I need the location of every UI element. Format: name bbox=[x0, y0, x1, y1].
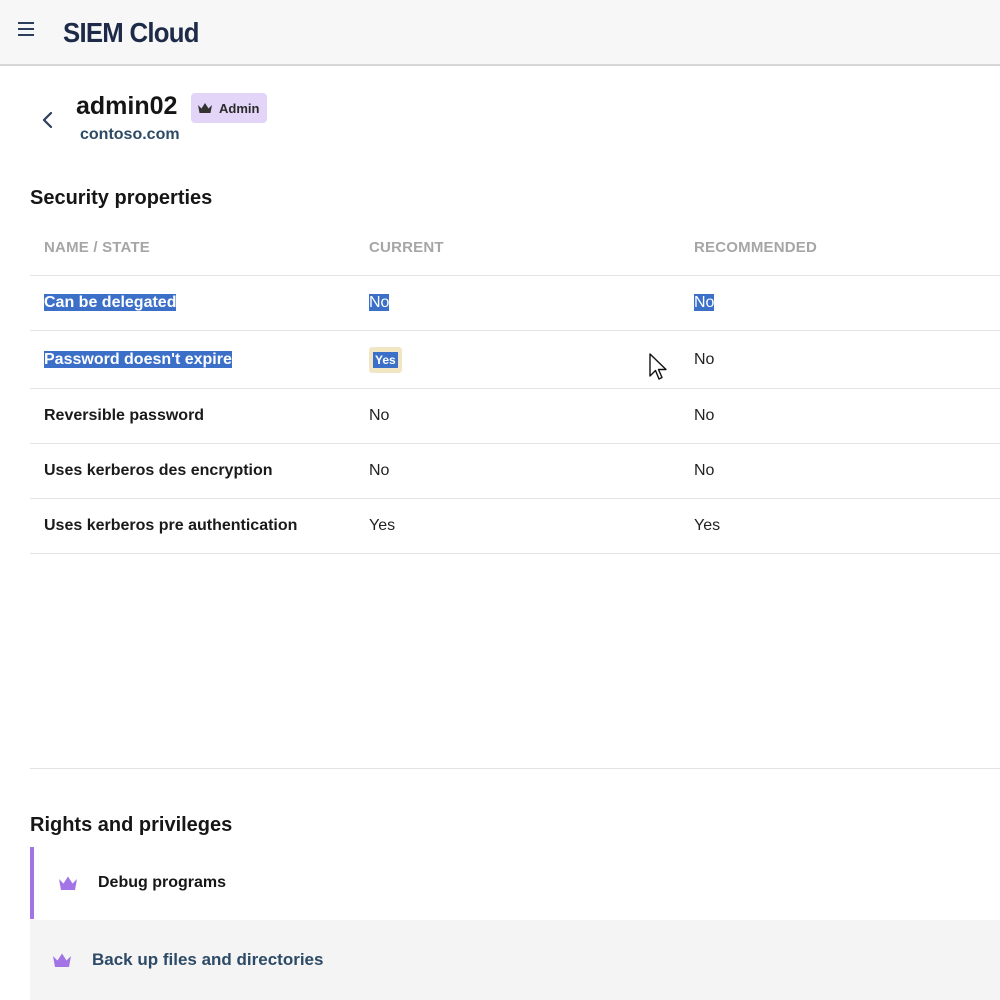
crown-icon bbox=[53, 953, 71, 967]
status-pill: Yes bbox=[369, 346, 402, 373]
row-name: Password doesn't expire bbox=[44, 350, 232, 368]
section-title-rights: Rights and privileges bbox=[30, 814, 233, 836]
privilege-label: Back up files and directories bbox=[92, 950, 324, 969]
row-name: Uses kerberos pre authentication bbox=[44, 517, 298, 534]
mouse-pointer-icon bbox=[649, 353, 667, 380]
user-name: admin02 bbox=[76, 92, 178, 120]
table-row: Uses kerberos pre authentication Yes Yes bbox=[30, 499, 1000, 554]
user-domain: contoso.com bbox=[80, 126, 180, 143]
row-name: Reversible password bbox=[44, 407, 205, 424]
table-row: Reversible password No No bbox=[30, 389, 1000, 444]
table-row: Can be delegated No No bbox=[30, 276, 1000, 331]
row-current: No bbox=[369, 294, 390, 311]
table-header: NAME / STATE CURRENT RECOMMENDED bbox=[30, 220, 1000, 276]
privilege-item[interactable]: Debug programs bbox=[30, 847, 1000, 919]
row-recommended: No bbox=[694, 462, 715, 479]
column-header-recommended: RECOMMENDED bbox=[694, 239, 818, 256]
row-current: Yes bbox=[369, 517, 396, 534]
row-name: Uses kerberos des encryption bbox=[44, 462, 273, 479]
row-current: No bbox=[369, 407, 390, 424]
role-badge: Admin bbox=[191, 93, 268, 123]
security-properties-table: NAME / STATE CURRENT RECOMMENDED Can be … bbox=[30, 220, 1000, 554]
crown-icon bbox=[59, 876, 77, 890]
table-row: Password doesn't expire Yes No bbox=[30, 331, 1000, 389]
row-current: Yes bbox=[373, 351, 398, 368]
table-row: Uses kerberos des encryption No No bbox=[30, 444, 1000, 499]
privilege-label: Debug programs bbox=[98, 874, 227, 891]
app-title: SIEM Cloud bbox=[63, 17, 199, 48]
back-arrow-icon[interactable] bbox=[38, 108, 58, 132]
column-header-name: NAME / STATE bbox=[44, 239, 151, 256]
crown-icon bbox=[198, 103, 212, 113]
section-title-security: Security properties bbox=[30, 187, 213, 209]
privilege-item[interactable]: Back up files and directories bbox=[30, 920, 1000, 1000]
row-name: Can be delegated bbox=[44, 294, 177, 311]
row-recommended: No bbox=[694, 407, 715, 424]
row-recommended: No bbox=[694, 350, 715, 368]
hamburger-menu-icon[interactable] bbox=[18, 22, 38, 42]
row-recommended: No bbox=[694, 294, 715, 311]
top-bar: SIEM Cloud bbox=[0, 0, 1000, 66]
column-header-current: CURRENT bbox=[369, 239, 444, 256]
row-recommended: Yes bbox=[694, 517, 721, 534]
section-divider bbox=[30, 768, 1000, 769]
role-badge-label: Admin bbox=[219, 100, 260, 116]
row-current: No bbox=[369, 462, 390, 479]
